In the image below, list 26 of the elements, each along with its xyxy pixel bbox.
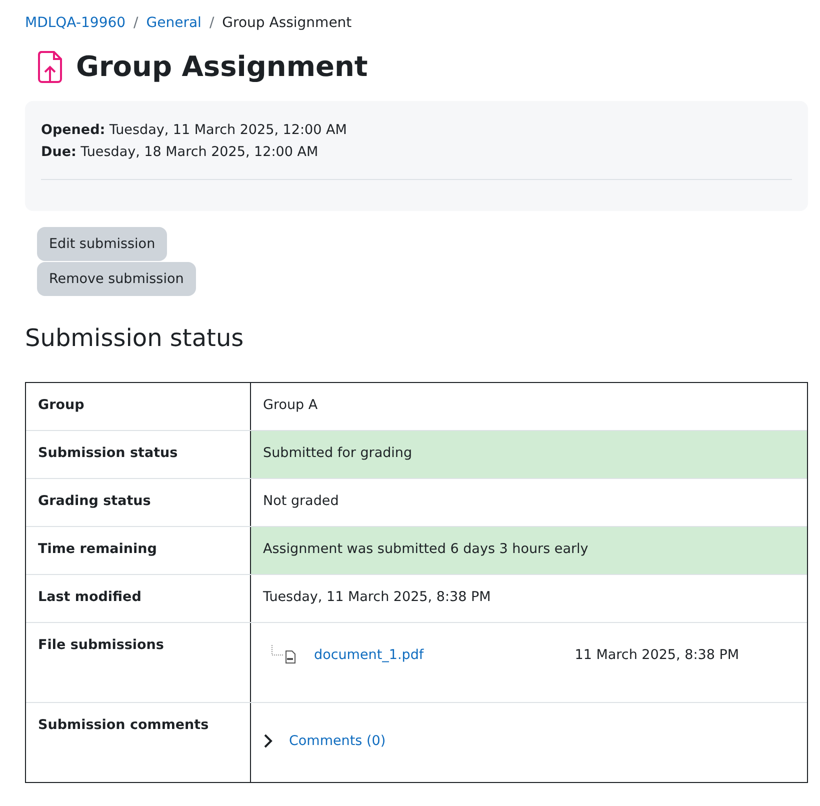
page-title: Group Assignment: [76, 50, 368, 83]
file-link[interactable]: document_1.pdf: [314, 647, 424, 663]
row-label: File submissions: [26, 623, 251, 702]
table-cell: Assignment was submitted 6 days 3 hours early: [263, 541, 588, 557]
submission-button[interactable]: Remove submission: [37, 262, 196, 296]
submission-button[interactable]: Edit submission: [37, 227, 168, 261]
table-cell: Not graded: [263, 493, 339, 509]
table-cell: Group A: [263, 397, 318, 413]
file-upload-icon: [38, 50, 62, 82]
breadcrumb-link[interactable]: General: [146, 15, 202, 31]
row-label: Group: [26, 383, 251, 430]
comments-link[interactable]: Comments (0): [289, 733, 386, 749]
breadcrumb-current: Group Assignment: [222, 15, 352, 31]
row-label: Grading status: [26, 479, 251, 526]
breadcrumb-link[interactable]: MDLQA-19960: [25, 15, 126, 31]
table-cell: Tuesday, 11 March 2025, 8:38 PM: [263, 589, 491, 605]
row-label: Submission comments: [26, 703, 251, 782]
row-label: Last modified: [26, 575, 251, 622]
table-cell: Submitted for grading: [263, 445, 412, 461]
breadcrumb-separator: /: [209, 15, 214, 31]
date-line: Due: Tuesday, 18 March 2025, 12:00 AM: [41, 143, 320, 162]
file-date: 11 March 2025, 8:38 PM: [574, 647, 739, 663]
breadcrumb-separator: /: [134, 15, 138, 31]
date-line: Opened: Tuesday, 11 March 2025, 12:00 AM: [41, 121, 348, 140]
section-title: Submission status: [25, 324, 245, 352]
chevron-icon[interactable]: [263, 734, 273, 748]
